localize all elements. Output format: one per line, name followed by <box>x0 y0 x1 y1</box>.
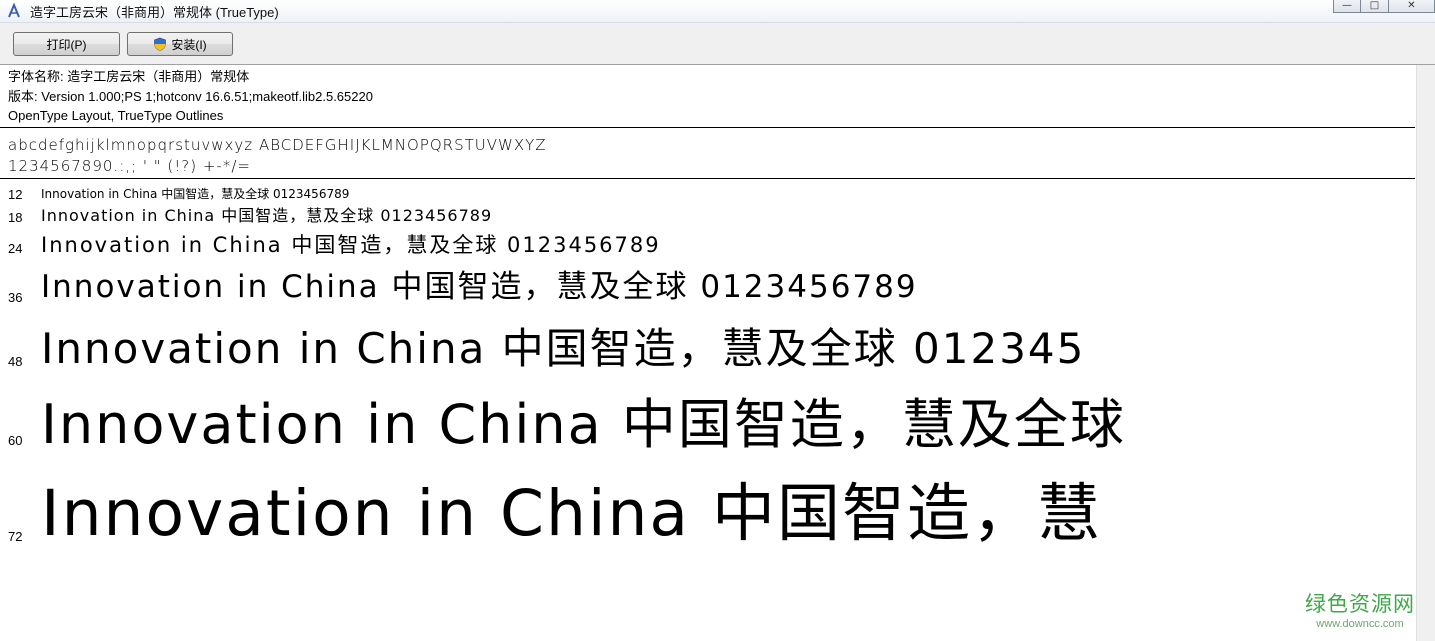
font-info: 字体名称: 造字工房云宋（非商用）常规体 版本: Version 1.000;P… <box>8 67 373 126</box>
install-button-label: 安装(I) <box>171 37 207 52</box>
watermark-url: www.downcc.com <box>1316 618 1404 630</box>
sample-size-label: 12 <box>8 187 23 202</box>
print-button[interactable]: 打印(P) <box>13 32 120 56</box>
sample-size-label: 24 <box>8 241 23 256</box>
window-title: 造字工房云宋（非商用）常规体 (TrueType) <box>30 5 279 20</box>
sample-row-12: 12 Innovation in China 中国智造，慧及全球 0123456… <box>0 185 1415 203</box>
sample-size-label: 72 <box>8 529 23 544</box>
maximize-button[interactable]: □ <box>1361 0 1389 13</box>
sample-text: Innovation in China 中国智造，慧 <box>41 477 1103 550</box>
sample-row-18: 18 Innovation in China 中国智造，慧及全球 0123456… <box>0 205 1415 229</box>
install-button[interactable]: 安装(I) <box>127 32 233 56</box>
sample-row-60: 60 Innovation in China 中国智造，慧及全球 <box>0 390 1415 460</box>
font-app-icon <box>8 3 20 18</box>
sample-row-48: 48 Innovation in China 中国智造，慧及全球 012345 <box>0 322 1415 378</box>
sample-row-24: 24 Innovation in China 中国智造，慧及全球 0123456… <box>0 232 1415 262</box>
uac-shield-icon <box>154 37 167 51</box>
divider <box>0 178 1415 179</box>
sample-text: Innovation in China 中国智造，慧及全球 0123456789 <box>41 269 918 305</box>
sample-text: Innovation in China 中国智造，慧及全球 012345 <box>41 324 1086 373</box>
watermark-text: 绿色资源网 <box>1305 592 1415 616</box>
watermark: 绿色资源网 www.downcc.com <box>1300 588 1420 630</box>
font-name: 字体名称: 造字工房云宋（非商用）常规体 <box>8 69 250 84</box>
sample-size-label: 36 <box>8 290 23 305</box>
minimize-button[interactable]: — <box>1333 0 1361 13</box>
font-layout: OpenType Layout, TrueType Outlines <box>8 108 224 123</box>
sample-text: Innovation in China 中国智造，慧及全球 0123456789 <box>41 206 493 225</box>
sample-text: Innovation in China 中国智造，慧及全球 <box>41 393 1126 456</box>
window-controls: — □ ✕ <box>1333 0 1435 13</box>
glyph-letters: abcdefghijklmnopqrstuvwxyz ABCDEFGHIJKLM… <box>8 136 547 154</box>
sample-text: Innovation in China 中国智造，慧及全球 0123456789 <box>41 233 661 257</box>
print-button-label: 打印(P) <box>46 37 87 52</box>
sample-size-label: 60 <box>8 433 23 448</box>
font-version: 版本: Version 1.000;PS 1;hotconv 16.6.51;m… <box>8 88 373 104</box>
sample-row-72: 72 Innovation in China 中国智造，慧 <box>0 474 1415 556</box>
sample-row-36: 36 Innovation in China 中国智造，慧及全球 0123456… <box>0 268 1415 312</box>
sample-text: Innovation in China 中国智造，慧及全球 0123456789 <box>41 187 350 201</box>
close-button[interactable]: ✕ <box>1389 0 1435 13</box>
sample-size-label: 48 <box>8 354 23 369</box>
sample-size-label: 18 <box>8 210 23 225</box>
divider <box>0 127 1415 128</box>
glyph-digits: 1234567890.:,; ' " (!?) +-*/= <box>8 157 251 175</box>
title-bar: 造字工房云宋（非商用）常规体 (TrueType) — □ ✕ <box>0 0 1435 23</box>
vertical-scrollbar[interactable] <box>1416 65 1435 641</box>
toolbar: 打印(P) 安装(I) <box>0 23 1435 65</box>
